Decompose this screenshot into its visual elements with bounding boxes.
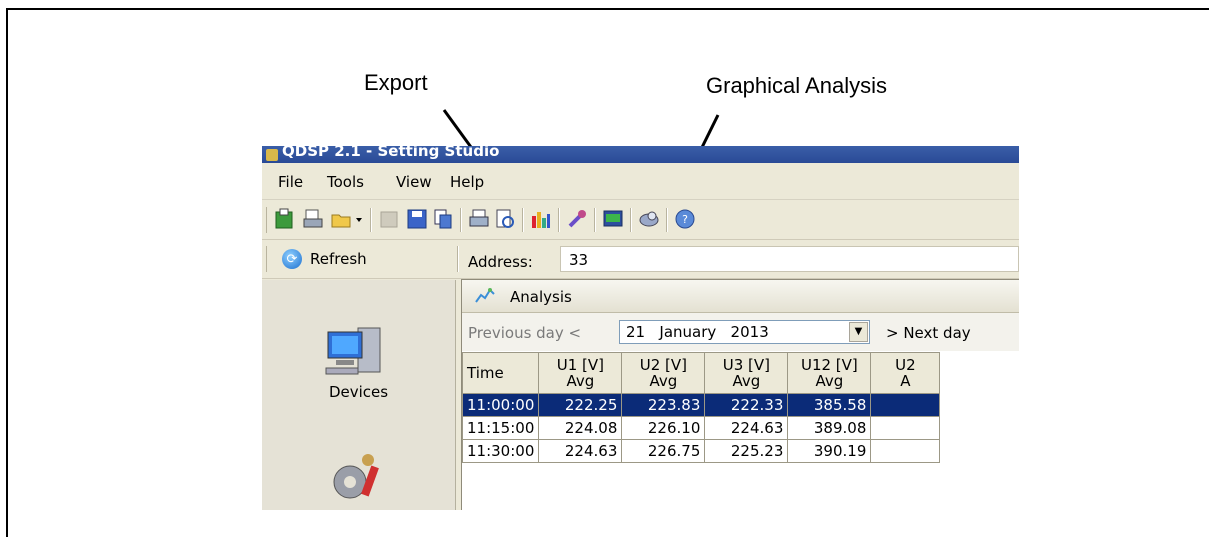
column-header-time[interactable]: Time	[461, 352, 540, 394]
table-cell: 389.08	[787, 416, 872, 440]
open-icon[interactable]	[330, 208, 352, 230]
address-input[interactable]: 33	[560, 246, 1019, 272]
menu-view[interactable]: View	[396, 173, 432, 191]
new-device-icon[interactable]	[274, 208, 296, 230]
menu-tools[interactable]: Tools	[327, 173, 364, 191]
svg-text:?: ?	[682, 213, 688, 226]
previous-day-button[interactable]: Previous day <	[468, 324, 581, 342]
toolbar-separator	[370, 208, 372, 232]
table-cell	[870, 416, 941, 440]
column-header-u2[interactable]: U2 [V] Avg	[621, 352, 706, 394]
main-toolbar: ?	[262, 201, 1019, 240]
app-icon	[266, 149, 278, 161]
table-cell: 385.58	[787, 393, 872, 417]
column-header-u12[interactable]: U12 [V] Avg	[787, 352, 872, 394]
table-cell: 390.19	[787, 439, 872, 463]
menu-bar: File Tools View Help	[262, 163, 1019, 200]
menu-help[interactable]: Help	[450, 173, 484, 191]
table-row[interactable]: 11:15:00 224.08 226.10 224.63 389.08	[461, 416, 941, 440]
next-day-button[interactable]: > Next day	[886, 324, 971, 342]
toolbar-separator	[666, 208, 668, 232]
toolbar-separator	[558, 208, 560, 232]
toolbar-grip[interactable]	[266, 246, 269, 272]
analysis-header: Analysis	[462, 280, 1019, 313]
devices-icon[interactable]	[324, 324, 388, 380]
print-preview-icon[interactable]	[494, 208, 516, 230]
refresh-icon: ⟳	[282, 249, 302, 269]
table-cell	[870, 439, 941, 463]
device-sidebar: Devices	[262, 280, 456, 510]
table-cell: 224.08	[538, 416, 623, 440]
column-header-u3[interactable]: U3 [V] Avg	[704, 352, 789, 394]
chevron-down-icon[interactable]: ▼	[849, 322, 868, 342]
table-cell: 223.83	[621, 393, 706, 417]
address-label: Address:	[468, 253, 533, 271]
table-row[interactable]: 11:30:00 224.63 226.75 225.23 390.19	[461, 439, 941, 463]
settings-tool-icon[interactable]	[566, 208, 588, 230]
toolbar-separator	[460, 208, 462, 232]
window-title: QDSP 2.1 - Setting Studio	[282, 146, 500, 160]
table-cell: 11:15:00	[461, 416, 540, 440]
menu-file[interactable]: File	[278, 173, 303, 191]
analysis-panel: Analysis Previous day < 21 January 2013 …	[461, 279, 1019, 510]
toolbar-separator	[457, 246, 459, 272]
toolbar-separator	[594, 208, 596, 232]
refresh-label: Refresh	[310, 250, 367, 268]
address-toolbar: ⟳ Refresh Address: 33	[262, 240, 1019, 279]
graphical-analysis-icon[interactable]	[530, 208, 552, 230]
date-value: 21 January 2013	[626, 323, 769, 341]
table-cell: 226.10	[621, 416, 706, 440]
print-setup-icon[interactable]	[302, 208, 324, 230]
table-cell: 224.63	[704, 416, 789, 440]
column-header-u2x[interactable]: U2 A	[870, 352, 941, 394]
about-icon[interactable]: ?	[674, 208, 696, 230]
app-window: QDSP 2.1 - Setting Studio File Tools Vie…	[262, 146, 1019, 510]
tools-icon[interactable]	[326, 452, 386, 502]
toolbar-separator	[522, 208, 524, 232]
print-icon[interactable]	[468, 208, 490, 230]
devices-label[interactable]: Devices	[262, 383, 455, 401]
table-header-row: Time U1 [V] Avg U2 [V] Avg U3 [V] Avg U1…	[461, 352, 941, 394]
table-row[interactable]: 11:00:00 222.25 223.83 222.33 385.58	[461, 393, 941, 417]
dropdown-arrow-icon[interactable]	[354, 208, 364, 230]
monitor-icon[interactable]	[602, 208, 624, 230]
support-icon[interactable]	[638, 208, 660, 230]
table-cell: 222.25	[538, 393, 623, 417]
day-navigator: Previous day < 21 January 2013 ▼ > Next …	[462, 313, 1019, 351]
save-icon[interactable]	[406, 208, 428, 230]
analysis-table: Time U1 [V] Avg U2 [V] Avg U3 [V] Avg U1…	[461, 352, 941, 463]
table-cell: 225.23	[704, 439, 789, 463]
export-icon[interactable]	[432, 208, 454, 230]
table-cell: 11:30:00	[461, 439, 540, 463]
table-cell	[870, 393, 941, 417]
table-cell: 11:00:00	[461, 393, 540, 417]
toolbar-separator	[630, 208, 632, 232]
column-header-u1[interactable]: U1 [V] Avg	[538, 352, 623, 394]
date-select[interactable]: 21 January 2013 ▼	[619, 320, 870, 344]
analysis-title: Analysis	[510, 288, 572, 306]
table-cell: 222.33	[704, 393, 789, 417]
analysis-icon	[475, 288, 495, 303]
table-cell: 224.63	[538, 439, 623, 463]
refresh-button[interactable]: ⟳ Refresh	[272, 247, 367, 271]
disabled-import-icon	[380, 211, 398, 228]
table-cell: 226.75	[621, 439, 706, 463]
toolbar-grip[interactable]	[266, 207, 269, 233]
title-bar: QDSP 2.1 - Setting Studio	[262, 146, 1019, 163]
